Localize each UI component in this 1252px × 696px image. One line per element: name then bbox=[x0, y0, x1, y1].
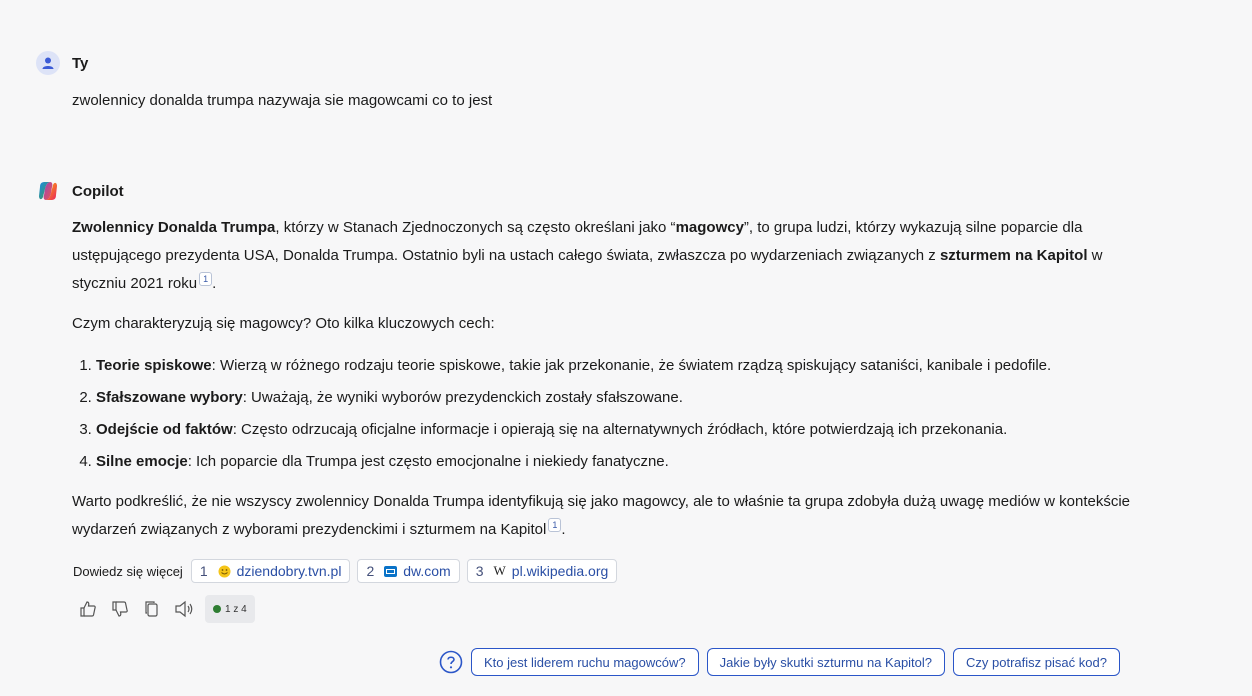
list-item-text: : Wierzą w różnego rodzaju teorie spisko… bbox=[211, 357, 1052, 374]
tvn-smiley-icon bbox=[218, 565, 231, 578]
characteristics-list: Teorie spiskowe: Wierzą w różnego rodzaj… bbox=[72, 350, 1152, 478]
question-mark-icon[interactable] bbox=[439, 650, 463, 674]
source-number: 2 bbox=[366, 563, 375, 579]
user-author-name: Ty bbox=[72, 54, 89, 72]
user-message-text: zwolennicy donalda trumpa nazywaja sie m… bbox=[72, 92, 493, 109]
source-number: 3 bbox=[475, 563, 484, 579]
suggestion-chip[interactable]: Kto jest liderem ruchu magowców? bbox=[471, 648, 699, 676]
user-message-header: Ty bbox=[36, 51, 88, 75]
text-span: . bbox=[212, 275, 217, 292]
message-actions: 1 z 4 bbox=[77, 595, 255, 623]
list-item: Teorie spiskowe: Wierzą w różnego rodzaj… bbox=[96, 350, 1152, 382]
list-item: Odejście od faktów: Często odrzucają ofi… bbox=[96, 414, 1152, 446]
response-counter[interactable]: 1 z 4 bbox=[205, 595, 255, 623]
source-link-wikipedia[interactable]: 3 W pl.wikipedia.org bbox=[466, 559, 618, 583]
list-item-title: Teorie spiskowe bbox=[96, 357, 212, 374]
bold-text: Zwolennicy Donalda Trumpa bbox=[72, 219, 276, 236]
user-avatar-icon bbox=[36, 51, 60, 75]
text-span: Warto podkreślić, że nie wszyscy zwolenn… bbox=[72, 493, 1131, 538]
learn-more-bar: Dowiedz się więcej 1 dziendobry.tvn.pl 2… bbox=[73, 559, 624, 583]
suggestion-chip[interactable]: Jakie były skutki szturmu na Kapitol? bbox=[706, 648, 946, 676]
list-item: Sfałszowane wybory: Uważają, że wyniki w… bbox=[96, 382, 1152, 414]
copilot-message-header: Copilot bbox=[36, 179, 124, 203]
source-number: 1 bbox=[199, 563, 208, 579]
list-item-title: Odejście od faktów bbox=[96, 421, 233, 438]
speaker-icon[interactable] bbox=[173, 598, 195, 620]
bold-text: szturmem na Kapitol bbox=[939, 247, 1088, 264]
copilot-answer: Zwolennicy Donalda Trumpa, którzy w Stan… bbox=[72, 214, 1152, 556]
text-span: . bbox=[561, 521, 566, 538]
response-counter-text: 1 z 4 bbox=[225, 603, 247, 615]
answer-paragraph-2: Czym charakteryzują się magowcy? Oto kil… bbox=[72, 315, 495, 332]
list-item-title: Sfałszowane wybory bbox=[96, 389, 243, 406]
source-link-tvn[interactable]: 1 dziendobry.tvn.pl bbox=[190, 559, 351, 583]
copilot-logo-icon bbox=[36, 179, 60, 203]
copy-icon[interactable] bbox=[141, 598, 163, 620]
copilot-author-name: Copilot bbox=[72, 182, 124, 200]
dw-logo-icon bbox=[384, 565, 398, 577]
list-item-text: : Często odrzucają oficjalne informacje … bbox=[232, 421, 1008, 438]
thumbs-down-icon[interactable] bbox=[109, 598, 131, 620]
suggestion-bar: Kto jest liderem ruchu magowców? Jakie b… bbox=[439, 648, 1128, 676]
suggestion-chip[interactable]: Czy potrafisz pisać kod? bbox=[953, 648, 1120, 676]
status-dot-icon bbox=[213, 605, 221, 613]
bold-text: magowcy bbox=[675, 219, 744, 236]
answer-paragraph-3: Warto podkreślić, że nie wszyscy zwolenn… bbox=[72, 488, 1152, 544]
citation-badge[interactable]: 1 bbox=[199, 272, 213, 286]
citation-badge[interactable]: 1 bbox=[548, 518, 562, 532]
text-span: , którzy w Stanach Zjednoczonych są częs… bbox=[275, 219, 676, 236]
list-item-text: : Ich poparcie dla Trumpa jest często em… bbox=[187, 453, 669, 470]
list-item: Silne emocje: Ich poparcie dla Trumpa je… bbox=[96, 446, 1152, 478]
wikipedia-w-icon: W bbox=[493, 563, 506, 578]
list-item-text: : Uważają, że wyniki wyborów prezydencki… bbox=[242, 389, 683, 406]
source-domain: pl.wikipedia.org bbox=[511, 563, 609, 579]
source-domain: dziendobry.tvn.pl bbox=[236, 563, 342, 579]
learn-more-label: Dowiedz się więcej bbox=[73, 563, 183, 579]
source-link-dw[interactable]: 2 dw.com bbox=[357, 559, 460, 583]
answer-paragraph-1: Zwolennicy Donalda Trumpa, którzy w Stan… bbox=[72, 214, 1152, 298]
source-domain: dw.com bbox=[403, 563, 451, 579]
thumbs-up-icon[interactable] bbox=[77, 598, 99, 620]
list-item-title: Silne emocje bbox=[96, 453, 188, 470]
